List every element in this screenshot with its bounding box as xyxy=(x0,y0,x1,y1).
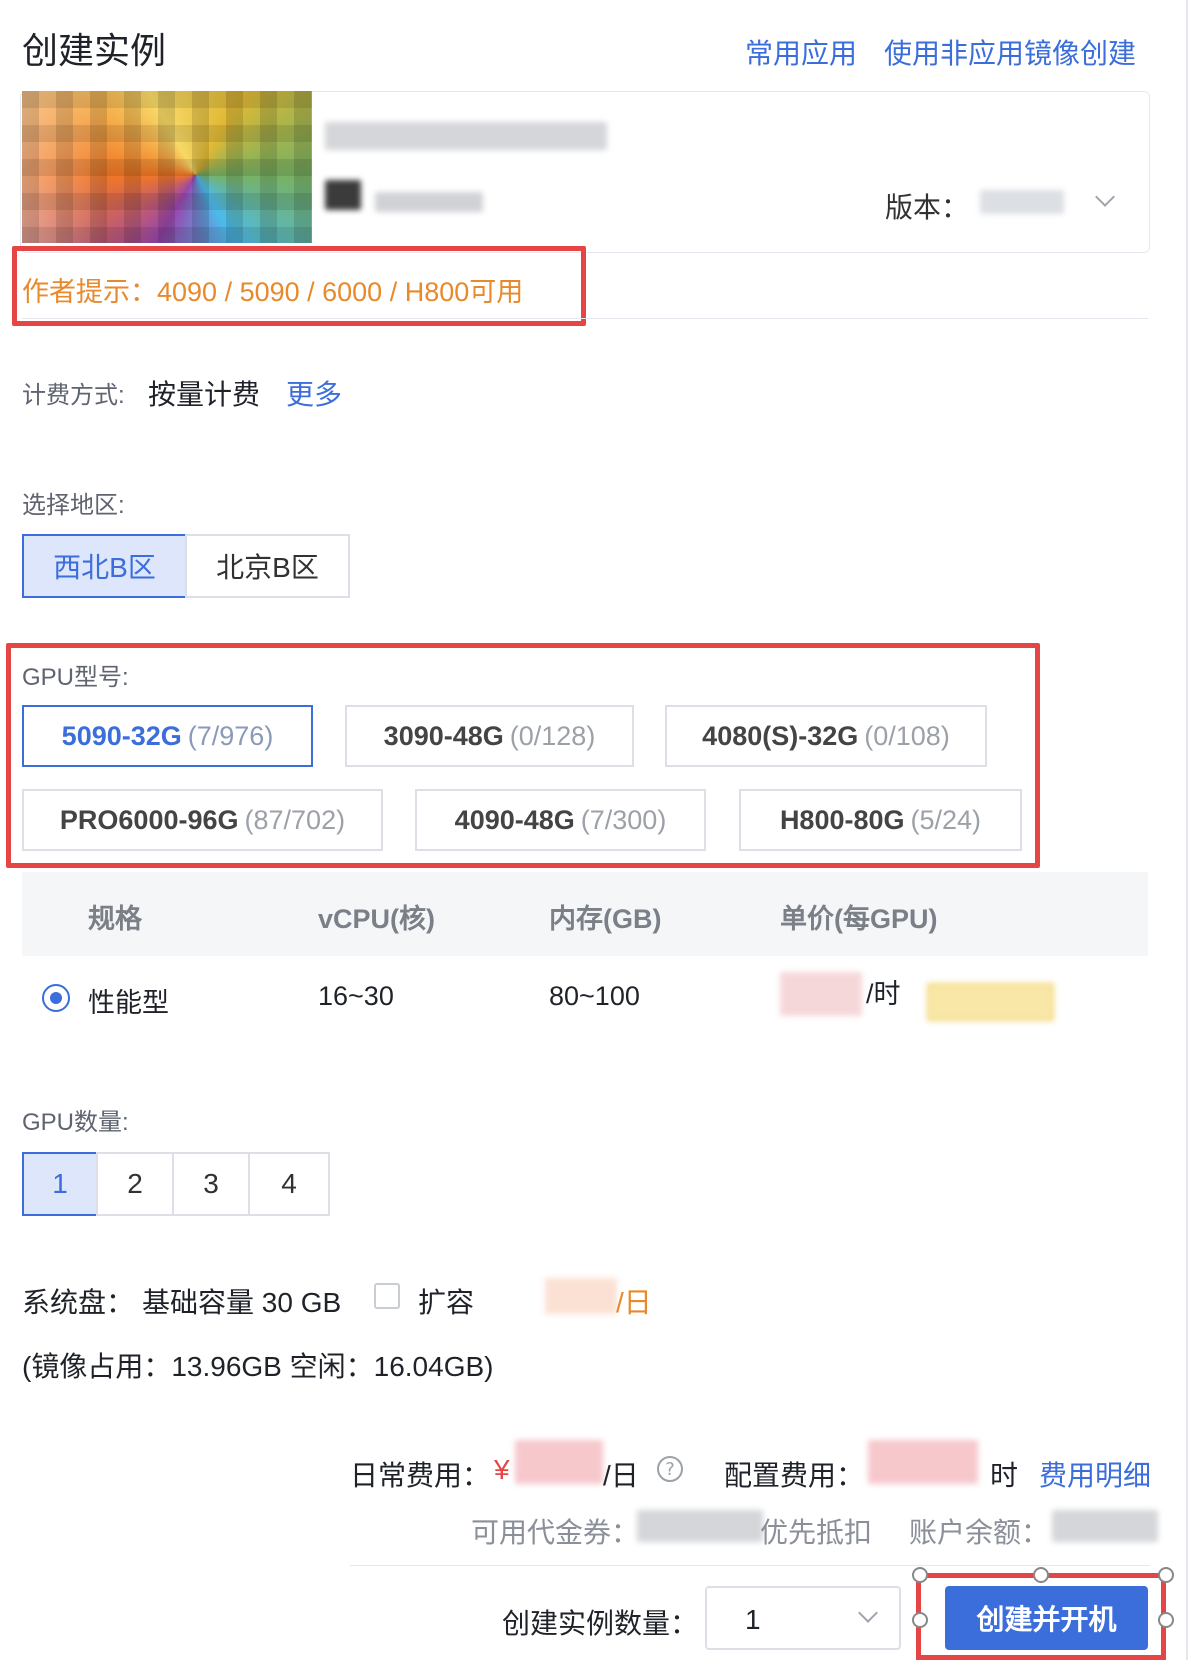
version-label: 版本： xyxy=(885,192,970,223)
billing-label: 计费方式: xyxy=(22,382,125,409)
config-fee-unit: 时 xyxy=(990,1460,1019,1491)
gpu-option-3090-48g[interactable]: 3090-48G (0/128) xyxy=(345,705,634,767)
expand-price-redacted xyxy=(545,1278,617,1314)
gpu-option-name: H800-80G xyxy=(779,804,905,835)
daily-fee-redacted xyxy=(515,1440,603,1484)
currency-symbol: ¥ xyxy=(494,1454,510,1485)
common-apps-link[interactable]: 常用应用 xyxy=(745,32,857,72)
fee-detail-link[interactable]: 费用明细 xyxy=(1039,1454,1151,1494)
gpu-option-name: 5090-32G xyxy=(61,720,182,751)
spec-vcpu: 16~30 xyxy=(318,981,394,1011)
section-divider xyxy=(22,318,1148,319)
page-title: 创建实例 xyxy=(22,30,167,71)
expand-disk-label: 扩容 xyxy=(418,1287,475,1318)
footer-divider xyxy=(350,1565,1150,1566)
resize-handle xyxy=(1158,1567,1174,1583)
balance-value-redacted xyxy=(1052,1510,1158,1542)
spec-price-unit: /时 xyxy=(866,979,901,1009)
spec-memory: 80~100 xyxy=(549,981,640,1011)
spec-header-vcpu: vCPU(核) xyxy=(318,904,436,934)
daily-fee-label: 日常费用： xyxy=(350,1460,491,1491)
page-edge-divider xyxy=(1186,0,1188,1660)
resize-handle xyxy=(912,1567,928,1583)
gpu-option-5090-32g[interactable]: 5090-32G (7/976) xyxy=(22,705,313,767)
author-name-redacted xyxy=(375,192,483,212)
gpu-model-label: GPU型号: xyxy=(22,664,129,691)
chevron-down-icon xyxy=(858,1603,878,1623)
gpu-count-option-2[interactable]: 2 xyxy=(96,1152,174,1216)
instance-count-select[interactable]: 1 xyxy=(705,1586,901,1650)
instance-count-label: 创建实例数量： xyxy=(502,1608,699,1639)
config-fee-redacted xyxy=(868,1440,978,1484)
resize-handle xyxy=(912,1612,928,1628)
chevron-down-icon xyxy=(1095,187,1115,207)
spec-discount-badge-redacted xyxy=(927,983,1054,1021)
author-avatar-redacted xyxy=(325,180,361,210)
resize-handle xyxy=(1158,1612,1174,1628)
create-non-app-image-link[interactable]: 使用非应用镜像创建 xyxy=(884,32,1136,72)
spec-header-memory: 内存(GB) xyxy=(549,904,662,934)
gpu-option-availability: (0/108) xyxy=(864,720,950,751)
region-option-xibei-b[interactable]: 西北B区 xyxy=(22,534,187,598)
voucher-value-redacted xyxy=(637,1510,763,1542)
gpu-option-availability: (87/702) xyxy=(244,804,346,835)
gpu-option-availability: (5/24) xyxy=(910,804,982,835)
help-icon[interactable]: ? xyxy=(657,1456,683,1482)
create-and-start-button[interactable]: 创建并开机 xyxy=(945,1586,1148,1650)
gpu-option-h800-80g[interactable]: H800-80G (5/24) xyxy=(739,789,1022,851)
version-select[interactable] xyxy=(980,180,1140,224)
voucher-priority-note: 优先抵扣 xyxy=(760,1517,873,1548)
gpu-option-name: 3090-48G xyxy=(383,720,504,751)
disk-usage: (镜像占用：13.96GB 空闲：16.04GB) xyxy=(22,1351,494,1382)
gpu-option-name: PRO6000-96G xyxy=(59,804,239,835)
spec-radio-selected[interactable] xyxy=(42,984,70,1012)
gpu-option-4090-48g[interactable]: 4090-48G (7/300) xyxy=(415,789,706,851)
gpu-option-4080s-32g[interactable]: 4080(S)-32G (0/108) xyxy=(665,705,987,767)
gpu-option-availability: (7/300) xyxy=(580,804,667,835)
gpu-option-name: 4080(S)-32G xyxy=(702,720,859,751)
billing-mode-value: 按量计费 xyxy=(148,379,261,410)
system-disk-base: 基础容量 30 GB xyxy=(142,1287,342,1318)
spec-price-redacted xyxy=(780,972,862,1016)
gpu-count-label: GPU数量: xyxy=(22,1109,129,1136)
expand-disk-checkbox[interactable] xyxy=(374,1283,400,1309)
instance-count-value: 1 xyxy=(745,1604,761,1635)
gpu-count-option-1[interactable]: 1 xyxy=(22,1152,98,1216)
app-name-redacted xyxy=(325,122,607,150)
spec-type: 性能型 xyxy=(88,988,169,1018)
daily-fee-unit: /日 xyxy=(603,1460,639,1491)
region-label: 选择地区: xyxy=(22,492,125,519)
gpu-option-name: 4090-48G xyxy=(454,804,575,835)
spec-header-price: 单价(每GPU) xyxy=(780,904,938,934)
author-tip: 作者提示：4090 / 5090 / 6000 / H800可用 xyxy=(22,277,524,307)
billing-more-link[interactable]: 更多 xyxy=(286,373,342,413)
system-disk-label: 系统盘： xyxy=(22,1287,135,1318)
app-thumbnail xyxy=(22,91,312,243)
region-option-beijing-b[interactable]: 北京B区 xyxy=(185,534,350,598)
voucher-label: 可用代金券： xyxy=(471,1517,640,1548)
resize-handle xyxy=(1033,1567,1049,1583)
gpu-count-option-4[interactable]: 4 xyxy=(248,1152,330,1216)
version-value-redacted xyxy=(980,190,1064,214)
balance-label: 账户余额： xyxy=(909,1517,1050,1548)
spec-header-spec: 规格 xyxy=(88,904,142,934)
gpu-option-availability: (7/976) xyxy=(187,720,274,751)
gpu-count-option-3[interactable]: 3 xyxy=(172,1152,250,1216)
expand-price-unit: /日 xyxy=(616,1287,652,1318)
gpu-option-availability: (0/128) xyxy=(509,720,596,751)
gpu-option-pro6000-96g[interactable]: PRO6000-96G (87/702) xyxy=(22,789,383,851)
config-fee-label: 配置费用： xyxy=(724,1460,865,1491)
